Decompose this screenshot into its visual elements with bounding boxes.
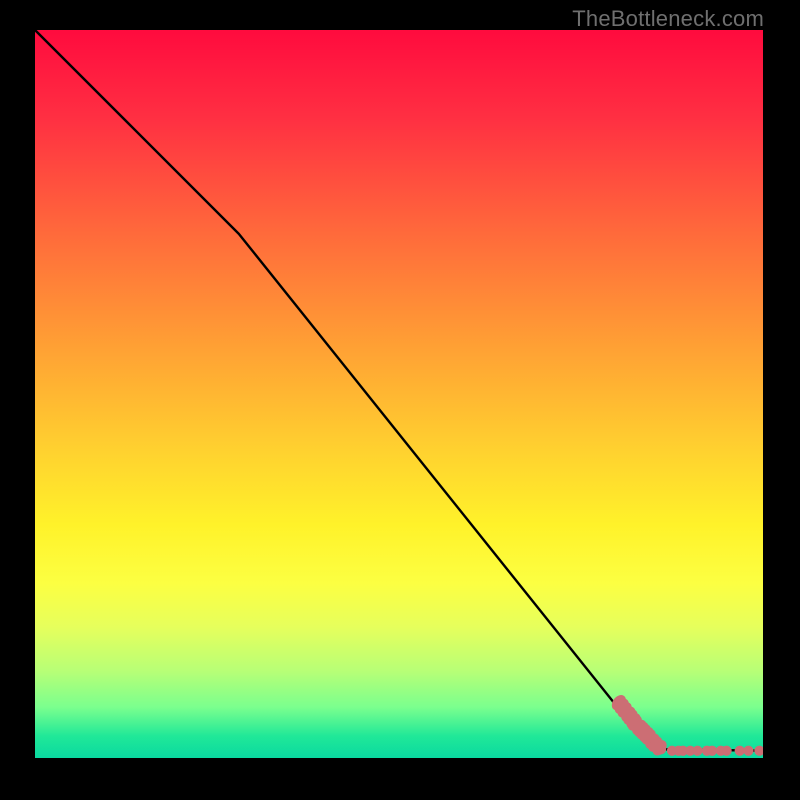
- scatter-point: [693, 746, 702, 755]
- chart-svg: [35, 30, 763, 758]
- scatter-point: [755, 746, 763, 755]
- scatter-point: [735, 746, 744, 755]
- watermark-text: TheBottleneck.com: [572, 6, 764, 32]
- chart-frame: TheBottleneck.com: [0, 0, 800, 800]
- scatter-point: [722, 746, 731, 755]
- bottleneck-curve: [35, 30, 763, 751]
- scatter-point: [656, 745, 665, 754]
- scatter-points: [610, 693, 763, 758]
- plot-area: [35, 30, 763, 758]
- scatter-point: [744, 746, 753, 755]
- scatter-point: [707, 746, 716, 755]
